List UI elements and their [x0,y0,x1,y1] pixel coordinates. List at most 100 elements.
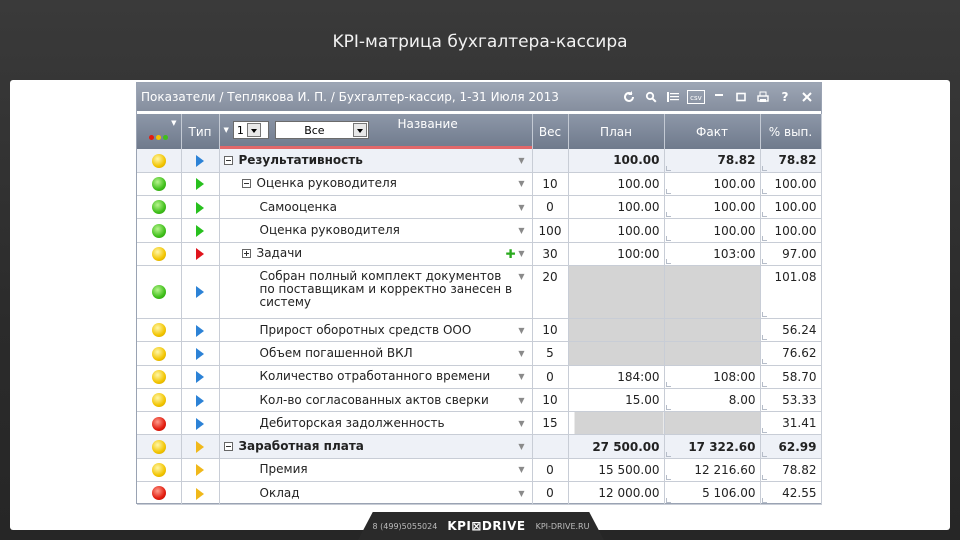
row-name: Заработная плата [238,439,364,454]
traffic-light-icon [137,135,181,140]
type-cell [181,195,220,220]
type-arrow-icon [196,487,204,500]
add-task-icon[interactable]: ✚ [505,247,515,261]
search-icon[interactable] [643,89,659,105]
fact-cell [664,318,761,343]
slide-title: KPI-матрица бухгалтера-кассира [332,32,628,52]
table-row[interactable]: Дебиторская задолженность ▼ 15 31.41 [137,411,822,436]
name-cell[interactable]: Самооценка ▼ [219,195,533,220]
plan-column-header[interactable]: План [568,114,665,149]
row-name: Количество отработанного времени [259,369,491,384]
row-menu-caret-icon[interactable]: ▼ [516,272,528,281]
collapse-icon[interactable] [241,179,251,189]
row-menu-caret-icon[interactable]: ▼ [516,465,528,474]
table-row[interactable]: Премия ▼ 0 15 500.00 12 216.60 78.82 [137,458,822,483]
row-menu-caret-icon[interactable]: ▼ [516,203,528,212]
row-menu-caret-icon[interactable]: ▼ [516,326,528,335]
name-cell[interactable]: Объем погашенной ВКЛ ▼ [219,341,533,366]
table-row[interactable]: Оценка руководителя ▼ 100 100.00 100.00 … [137,218,822,243]
help-icon[interactable]: ? [777,89,793,105]
plan-cell: 100.00 [568,195,665,220]
row-name: Самооценка [259,199,337,214]
type-arrow-icon [196,154,204,167]
percent-cell: 58.70 [760,365,822,389]
filter-select-value: Все [304,123,325,137]
name-cell[interactable]: Задачи ✚ ▼ [219,242,533,266]
row-menu-caret-icon[interactable]: ▼ [516,249,528,258]
row-name: Дебиторская задолженность [259,415,445,430]
row-name: Премия [259,462,308,477]
type-cell [181,172,220,197]
table-row[interactable]: Количество отработанного времени ▼ 0 184… [137,365,822,389]
status-column-header[interactable]: ▼ [137,114,182,149]
filter-dropdown-icon[interactable] [352,123,367,137]
status-red-icon [151,486,166,501]
row-menu-caret-icon[interactable]: ▼ [516,419,528,428]
expand-icon[interactable] [241,248,251,258]
row-menu-caret-icon[interactable]: ▼ [516,179,528,188]
close-icon[interactable] [799,89,815,105]
row-menu-caret-icon[interactable]: ▼ [516,396,528,405]
collapse-icon[interactable] [223,155,233,165]
name-cell[interactable]: Собран полный комплект документов по пос… [219,265,533,319]
status-yellow-icon [151,346,166,361]
name-cell[interactable]: Кол-во согласованных актов сверки ▼ [219,388,533,413]
weight-column-header[interactable]: Вес [532,114,569,149]
name-cell[interactable]: Заработная плата ▼ [219,434,533,459]
fact-column-header[interactable]: Факт [664,114,761,149]
table-row[interactable]: Задачи ✚ ▼ 30 100:00 103:00 97.00 [137,242,822,266]
row-menu-caret-icon[interactable]: ▼ [516,442,528,451]
row-menu-caret-icon[interactable]: ▼ [516,226,528,235]
fact-cell: 78.82 [664,149,761,173]
row-menu-caret-icon[interactable]: ▼ [516,156,528,165]
name-cell[interactable]: Премия ▼ [219,458,533,483]
row-menu-caret-icon[interactable]: ▼ [516,489,528,498]
refresh-icon[interactable] [621,89,637,105]
row-menu-caret-icon[interactable]: ▼ [516,372,528,381]
level-select[interactable]: 1 [232,121,269,139]
name-cell[interactable]: Количество отработанного времени ▼ [219,365,533,389]
minimize-icon[interactable] [711,89,727,105]
percent-column-header[interactable]: % вып. [760,114,822,149]
table-row[interactable]: Результативность ▼ 100.00 78.82 78.82 [137,149,822,173]
csv-icon[interactable]: csv [687,89,705,105]
row-menu-caret-icon[interactable]: ▼ [516,349,528,358]
maximize-icon[interactable] [733,89,749,105]
type-cell [181,318,220,343]
name-cell[interactable]: Оклад ▼ [219,481,533,506]
name-cell[interactable]: Дебиторская задолженность ▼ [219,411,533,436]
fact-cell: 12 216.60 [664,458,761,483]
expand-caret-icon[interactable]: ▼ [224,126,229,134]
percent-cell: 53.33 [760,388,822,413]
table-row[interactable]: Оценка руководителя ▼ 10 100.00 100.00 1… [137,172,822,197]
plan-cell: 15 500.00 [568,458,665,483]
name-cell[interactable]: Прирост оборотных средств ООО ▼ [219,318,533,343]
status-cell [137,265,182,319]
name-header-label[interactable]: Название [398,117,458,131]
table-row[interactable]: Заработная плата ▼ 27 500.00 17 322.60 6… [137,434,822,459]
plan-cell: 15.00 [568,388,665,413]
plan-cell: 12 000.00 [568,481,665,506]
print-icon[interactable] [755,89,771,105]
table-row[interactable]: Прирост оборотных средств ООО ▼ 10 56.24 [137,318,822,343]
sort-caret-icon: ▼ [171,119,177,127]
weight-cell: 20 [532,265,569,319]
collapse-icon[interactable] [223,442,233,452]
status-yellow-icon [151,463,166,478]
filter-select[interactable]: Все [274,121,369,139]
plan-cell: 100:00 [568,242,665,266]
level-dropdown-icon[interactable] [246,123,261,137]
name-cell[interactable]: Результативность ▼ [219,149,533,173]
list-icon[interactable] [665,89,681,105]
fact-cell: 5 106.00 [664,481,761,506]
table-row[interactable]: Оклад ▼ 0 12 000.00 5 106.00 42.55 [137,481,822,506]
type-column-header[interactable]: Тип [181,114,220,149]
weight-cell: 100 [532,218,569,243]
name-cell[interactable]: Оценка руководителя ▼ [219,172,533,197]
status-green-icon [151,285,166,300]
table-row[interactable]: Объем погашенной ВКЛ ▼ 5 76.62 [137,341,822,366]
table-row[interactable]: Собран полный комплект документов по пос… [137,265,822,319]
name-cell[interactable]: Оценка руководителя ▼ [219,218,533,243]
table-row[interactable]: Самооценка ▼ 0 100.00 100.00 100.00 [137,195,822,220]
table-row[interactable]: Кол-во согласованных актов сверки ▼ 10 1… [137,388,822,413]
